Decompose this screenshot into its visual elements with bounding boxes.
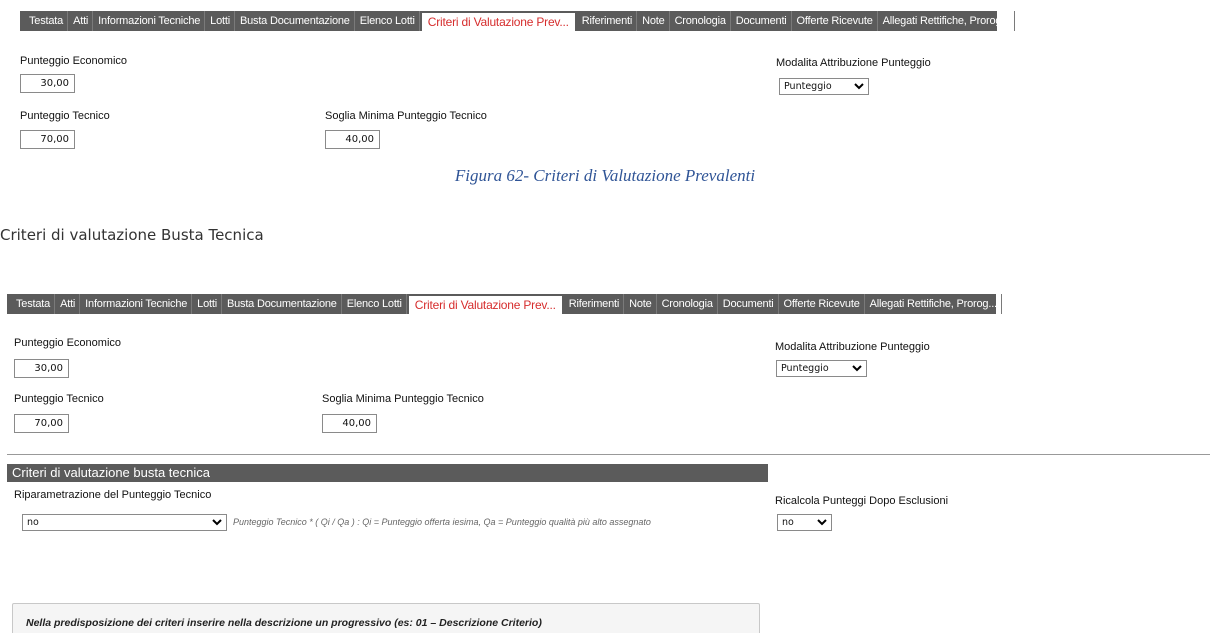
tab-informazioni-tecniche[interactable]: Informazioni Tecniche <box>80 294 193 314</box>
modalita-attribuzione-select[interactable]: Punteggio <box>776 360 867 377</box>
tab-lotti[interactable]: Lotti <box>205 11 235 31</box>
modalita-attribuzione-select[interactable]: Punteggio <box>779 78 869 95</box>
punteggio-economico-label: Punteggio Economico <box>20 55 128 67</box>
tab-testata[interactable]: Testata <box>24 11 69 31</box>
tab-riferimenti[interactable]: Riferimenti <box>577 11 638 31</box>
tab-note[interactable]: Note <box>637 11 670 31</box>
modalita-attribuzione-value: Punteggio <box>781 363 829 374</box>
tab-documenti[interactable]: Documenti <box>718 294 779 314</box>
tab-bar: Testata Atti Informazioni Tecniche Lotti Bus… <box>20 11 1015 31</box>
soglia-minima-input[interactable]: 40,00 <box>325 130 380 149</box>
modalita-attribuzione-label: Modalita Attribuzione Punteggio <box>776 57 931 69</box>
tab-lotti[interactable]: Lotti <box>192 294 222 314</box>
modalita-attribuzione-value: Punteggio <box>784 81 832 92</box>
punteggio-economico-input[interactable]: 30,00 <box>14 359 69 378</box>
punteggio-economico-input[interactable]: 30,00 <box>20 74 75 93</box>
chevron-down-icon <box>817 519 827 526</box>
tab-elenco-lotti[interactable]: Elenco Lotti <box>355 11 420 31</box>
tab-offerte-ricevute[interactable]: Offerte Ricevute <box>779 294 865 314</box>
tab-criteri-di-valutazione-prev[interactable]: Criteri di Valutazione Prev... <box>421 13 575 31</box>
tab-bar: Testata Atti Informazioni Tecniche Lotti Bus… <box>7 294 1002 314</box>
modalita-attribuzione-label: Modalita Attribuzione Punteggio <box>775 341 930 353</box>
tab-note[interactable]: Note <box>624 294 657 314</box>
ricalcola-label: Ricalcola Punteggi Dopo Esclusioni <box>775 495 949 507</box>
tab-criteri-di-valutazione-prev[interactable]: Criteri di Valutazione Prev... <box>408 296 562 314</box>
riparametrazione-label: Riparametrazione del Punteggio Tecnico <box>14 489 212 501</box>
figure-caption: Figura 62- Criteri di Valutazione Preval… <box>454 166 756 185</box>
tab-riferimenti[interactable]: Riferimenti <box>564 294 625 314</box>
tab-busta-documentazione[interactable]: Busta Documentazione <box>222 294 342 314</box>
tab-cronologia[interactable]: Cronologia <box>670 11 731 31</box>
tab-informazioni-tecniche[interactable]: Informazioni Tecniche <box>93 11 206 31</box>
ricalcola-select[interactable]: no <box>777 514 832 531</box>
riparametrazione-value: no <box>27 517 39 528</box>
chevron-down-icon <box>852 365 862 372</box>
tab-documenti[interactable]: Documenti <box>731 11 792 31</box>
punteggio-tecnico-input[interactable]: 70,00 <box>14 414 69 433</box>
chevron-down-icon <box>212 519 222 526</box>
tab-offerte-ricevute[interactable]: Offerte Ricevute <box>792 11 878 31</box>
section-title-bar: Criteri di valutazione busta tecnica <box>7 464 768 482</box>
punteggio-tecnico-label: Punteggio Tecnico <box>20 110 110 122</box>
tab-cronologia[interactable]: Cronologia <box>657 294 718 314</box>
tab-elenco-lotti[interactable]: Elenco Lotti <box>342 294 407 314</box>
soglia-minima-label: Soglia Minima Punteggio Tecnico <box>322 393 484 405</box>
chevron-down-icon <box>854 83 864 90</box>
punteggio-tecnico-label: Punteggio Tecnico <box>14 393 104 405</box>
tab-atti[interactable]: Atti <box>55 294 81 314</box>
divider <box>7 454 1210 455</box>
tab-atti[interactable]: Atti <box>68 11 94 31</box>
ricalcola-value: no <box>782 517 794 528</box>
section-heading: Criteri di valutazione Busta Tecnica <box>0 226 264 244</box>
punteggio-economico-label: Punteggio Economico <box>14 337 122 349</box>
soglia-minima-input[interactable]: 40,00 <box>322 414 377 433</box>
soglia-minima-label: Soglia Minima Punteggio Tecnico <box>325 110 487 122</box>
tab-allegati-rettifiche-prorog[interactable]: Allegati Rettifiche, Prorog... <box>865 294 1002 314</box>
info-note: Nella predisposizione dei criteri inseri… <box>12 603 760 633</box>
tab-testata[interactable]: Testata <box>11 294 56 314</box>
riparametrazione-select[interactable]: no <box>22 514 227 531</box>
tab-busta-documentazione[interactable]: Busta Documentazione <box>235 11 355 31</box>
tab-allegati-rettifiche-prorog[interactable]: Allegati Rettifiche, Prorog... <box>878 11 1015 31</box>
formula-hint: Punteggio Tecnico * ( Qi / Qa ) : Qi = P… <box>233 517 651 527</box>
punteggio-tecnico-input[interactable]: 70,00 <box>20 130 75 149</box>
